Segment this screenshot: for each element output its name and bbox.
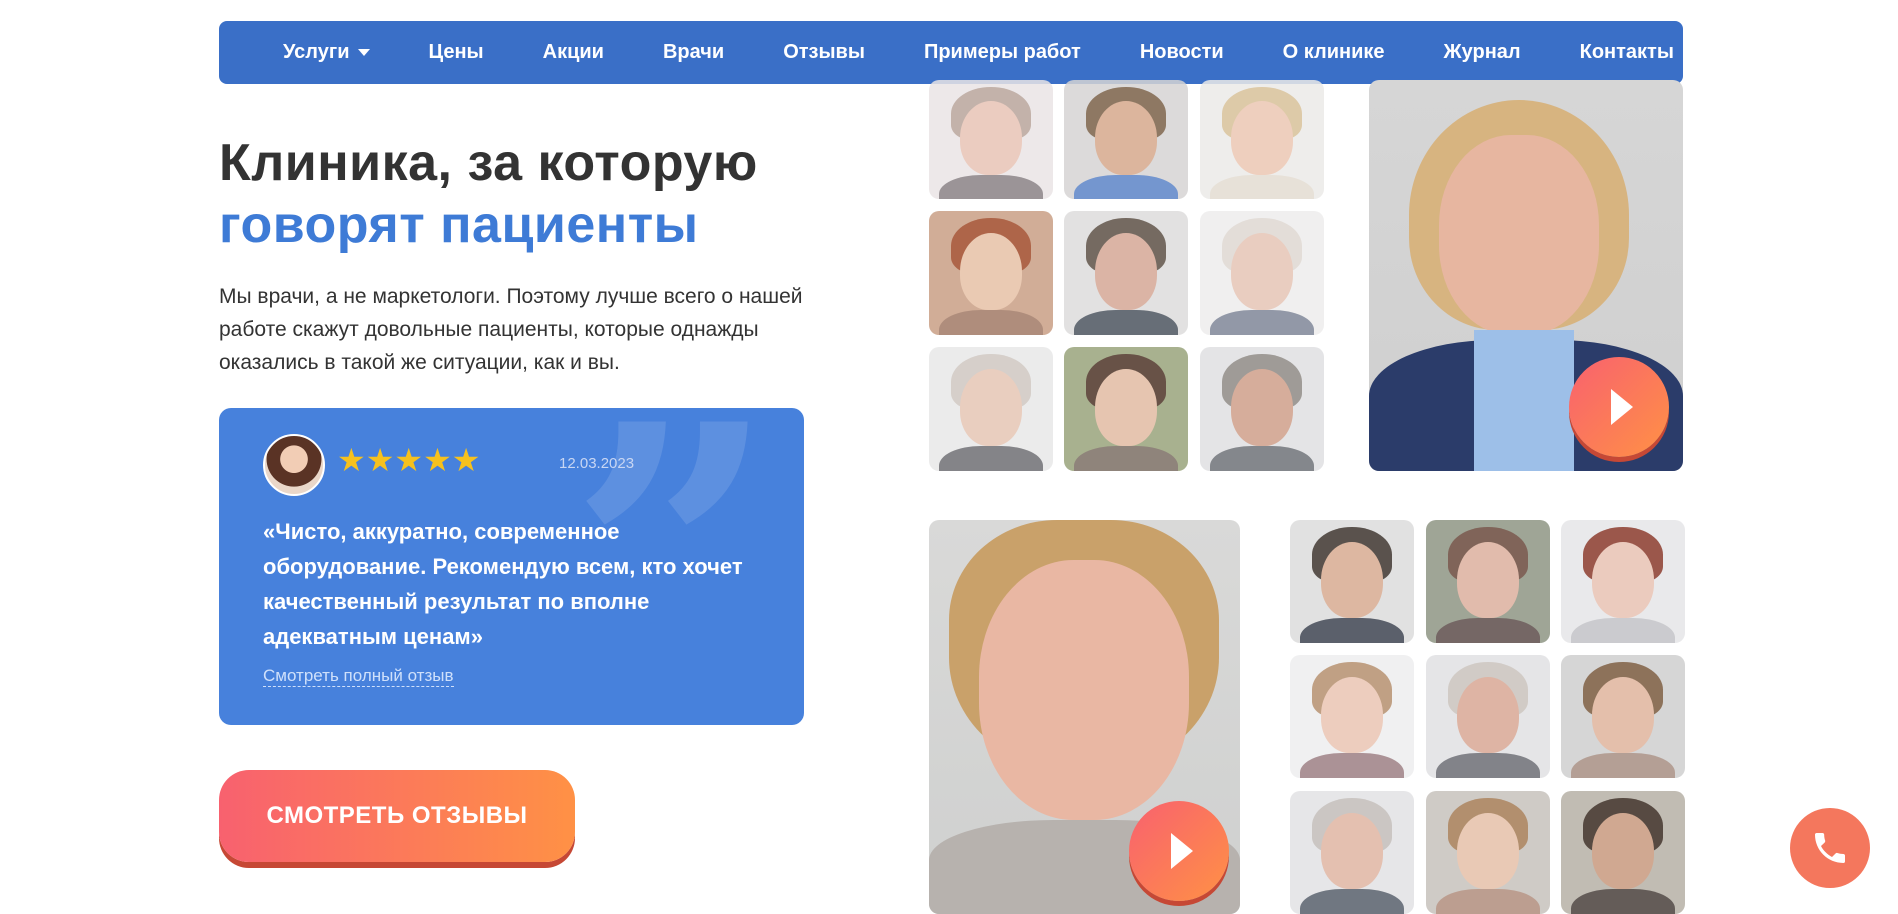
patient-photo[interactable] (1561, 520, 1685, 643)
nav-item-about[interactable]: О клинике (1283, 41, 1385, 64)
phone-icon (1815, 833, 1845, 863)
patient-photo[interactable] (929, 211, 1053, 335)
caret-down-icon (357, 49, 370, 56)
patient-photo[interactable] (1426, 655, 1550, 778)
patient-photo[interactable] (1064, 80, 1188, 199)
patient-photo[interactable] (1200, 80, 1324, 199)
video-testimonial-2[interactable] (929, 520, 1240, 914)
full-review-link[interactable]: Смотреть полный отзыв (263, 666, 454, 687)
nav-item-contacts[interactable]: Контакты (1580, 41, 1674, 64)
view-reviews-button[interactable]: СМОТРЕТЬ ОТЗЫВЫ (219, 770, 575, 862)
patient-photo[interactable] (1561, 791, 1685, 914)
page-title-line1: Клиника, за которую (219, 134, 758, 192)
patient-photo[interactable] (1064, 347, 1188, 471)
nav-item-services[interactable]: Услуги (283, 41, 370, 64)
patient-photo[interactable] (929, 80, 1053, 199)
patient-photo[interactable] (1426, 520, 1550, 643)
review-text: «Чисто, аккуратно, современное оборудова… (263, 519, 743, 649)
patient-photo[interactable] (1290, 520, 1414, 643)
nav-item-prices[interactable]: Цены (429, 41, 484, 64)
patient-photo[interactable] (1561, 655, 1685, 778)
nav-item-journal[interactable]: Журнал (1444, 41, 1521, 64)
main-nav: Услуги Цены Акции Врачи Отзывы Примеры р… (219, 21, 1683, 84)
patient-photo[interactable] (1200, 211, 1324, 335)
call-button[interactable] (1790, 808, 1870, 888)
play-icon[interactable] (1129, 801, 1229, 901)
patient-photo[interactable] (1290, 791, 1414, 914)
nav-item-label: Услуги (283, 41, 350, 63)
rating-stars: ★★★★★ (337, 442, 480, 478)
hero-lead-text: Мы врачи, а не маркетологи. Поэтому лучш… (219, 285, 803, 374)
play-icon[interactable] (1569, 357, 1669, 457)
nav-item-doctors[interactable]: Врачи (663, 41, 724, 64)
patient-photo[interactable] (1290, 655, 1414, 778)
nav-item-portfolio[interactable]: Примеры работ (924, 41, 1081, 64)
video-testimonial-1[interactable] (1369, 80, 1683, 471)
nav-item-news[interactable]: Новости (1140, 41, 1224, 64)
avatar (263, 434, 325, 496)
page-title-line2: говорят пациенты (219, 196, 699, 254)
patient-photo[interactable] (1426, 791, 1550, 914)
patient-photo[interactable] (1200, 347, 1324, 471)
review-card: ” ★★★★★ 12.03.2023 «Чисто, аккуратно, со… (219, 408, 804, 725)
nav-item-promotions[interactable]: Акции (543, 41, 604, 64)
patient-photo[interactable] (929, 347, 1053, 471)
review-date: 12.03.2023 (559, 455, 635, 472)
patient-photo[interactable] (1064, 211, 1188, 335)
star-icon: ★★★★★ (337, 442, 481, 478)
nav-item-reviews[interactable]: Отзывы (783, 41, 865, 64)
